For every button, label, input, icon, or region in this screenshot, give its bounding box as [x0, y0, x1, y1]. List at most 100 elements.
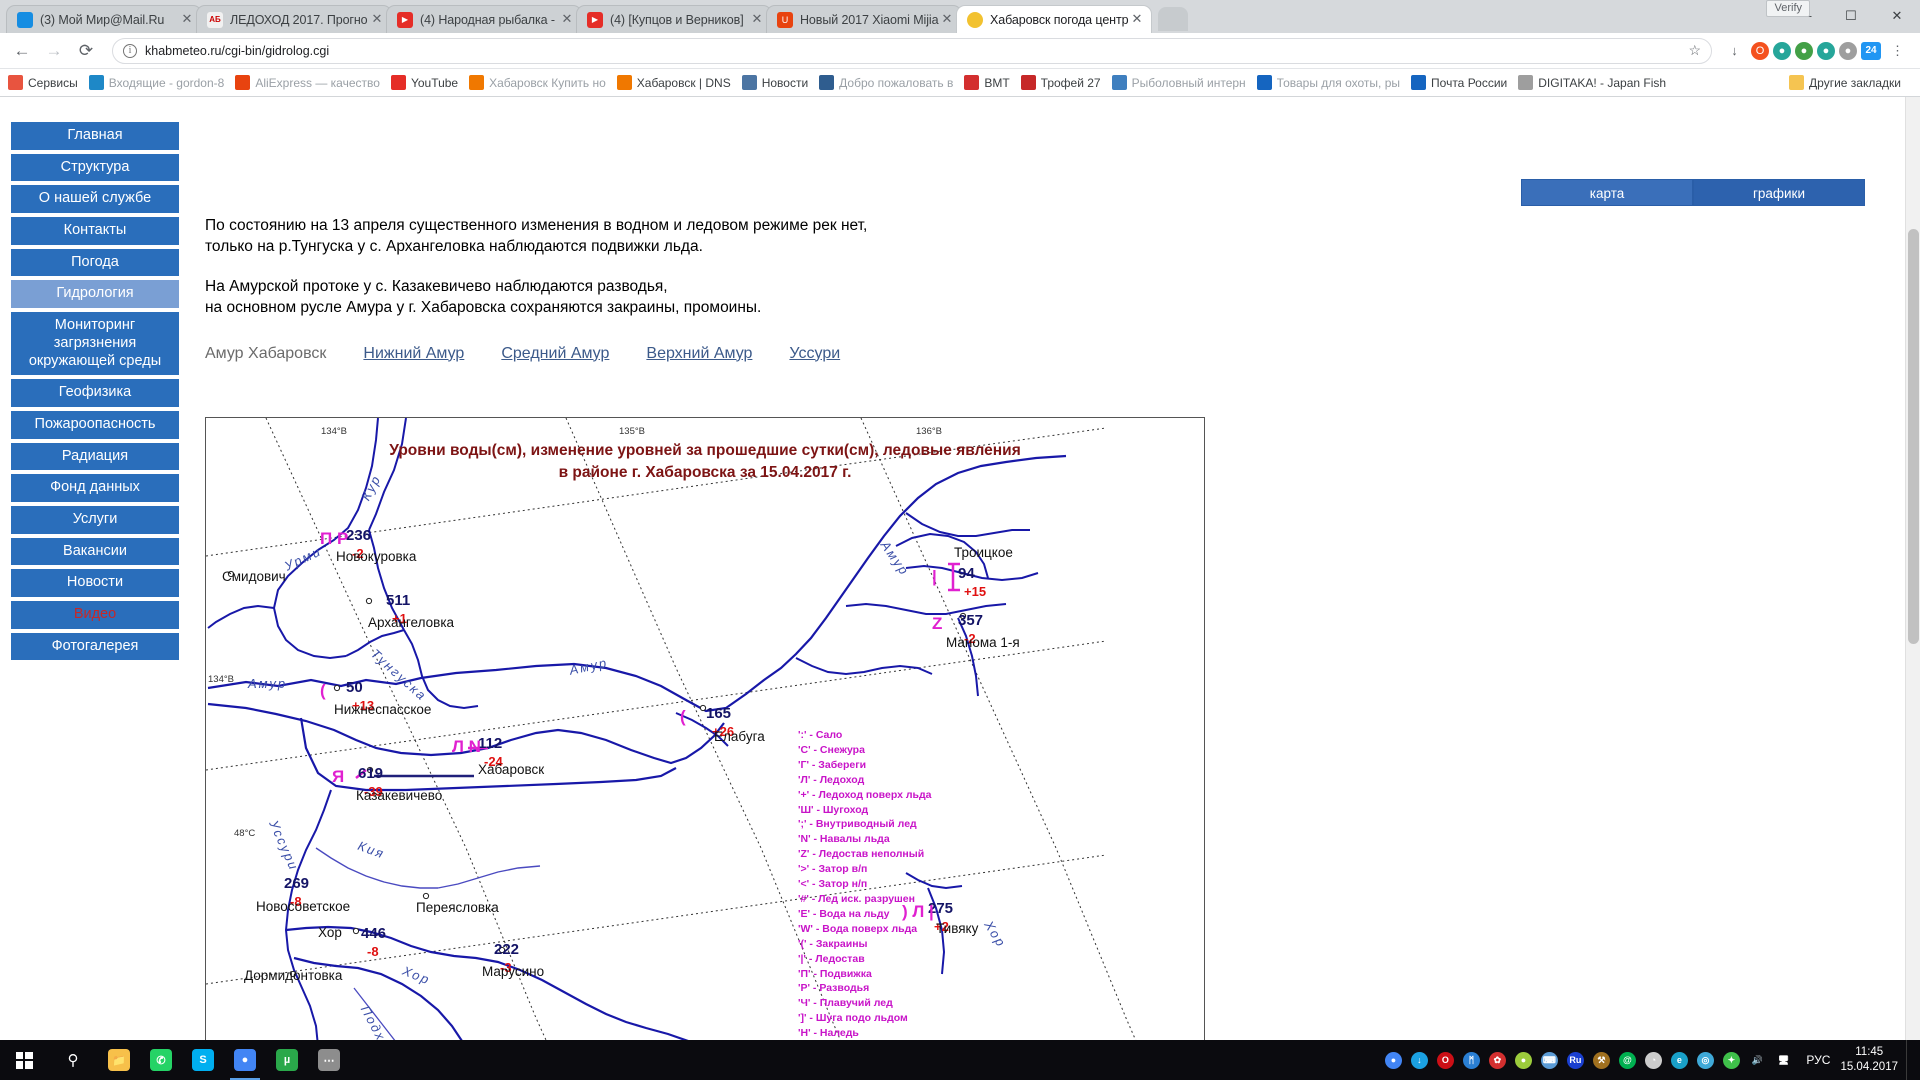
tray-icon-wrap[interactable]: @: [1614, 1040, 1640, 1080]
river-link-nizhniy-amur[interactable]: Нижний Амур: [363, 345, 464, 362]
browser-tab-active[interactable]: Хабаровск погода центр ✕: [956, 5, 1152, 33]
bookmark-item[interactable]: DIGITAKA! - Japan Fish: [1518, 75, 1666, 90]
bookmark-item[interactable]: AliExpress — качество: [235, 75, 380, 90]
windows-taskbar: ⚲ 📁 ✆ S ● µ ⋯ ● ↓ O ᛗ ✿ ● ⌨ Ru ⚒ @ ◔ e ◎ ✦ 🔊 🖥 РУС 11:45 15.…: [0, 1040, 1920, 1080]
sidebar-item-13[interactable]: Вакансии: [10, 536, 180, 567]
sidebar-item-3[interactable]: О нашей службе: [10, 184, 180, 215]
bookmark-star-icon[interactable]: ☆: [1688, 42, 1701, 59]
close-icon[interactable]: ✕: [179, 11, 195, 28]
bookmark-item[interactable]: Почта России: [1411, 75, 1507, 90]
sidebar-item-16[interactable]: Фотогалерея: [10, 631, 180, 662]
tab-map[interactable]: карта: [1521, 179, 1693, 206]
tray-icon-wrap[interactable]: ⌨: [1536, 1040, 1562, 1080]
close-icon[interactable]: ✕: [369, 11, 385, 28]
sidebar-item-10[interactable]: Радиация: [10, 441, 180, 472]
volume-icon: 🔊: [1751, 1054, 1764, 1065]
shield-extension-icon[interactable]: ●: [1773, 41, 1791, 60]
tray-icon-wrap[interactable]: ᛗ: [1458, 1040, 1484, 1080]
address-bar[interactable]: i khabmeteo.ru/cgi-bin/gidrolog.cgi ☆: [112, 37, 1712, 64]
legend-entry: 'N' - Навалы льда: [798, 833, 890, 846]
bookmark-item[interactable]: Товары для охоты, ры: [1256, 75, 1400, 90]
tray-icon-wrap[interactable]: ⚒: [1588, 1040, 1614, 1080]
menu-icon[interactable]: ⋮: [1885, 38, 1910, 63]
tab-charts[interactable]: графики: [1693, 179, 1865, 206]
page-scrollbar[interactable]: [1905, 97, 1920, 1040]
taskbar-app[interactable]: 📁: [98, 1040, 140, 1080]
show-desktop-button[interactable]: [1906, 1040, 1914, 1080]
bookmark-item[interactable]: Добро пожаловать в: [819, 75, 953, 90]
sidebar-item-4[interactable]: Контакты: [10, 216, 180, 246]
sidebar-item-14[interactable]: Новости: [10, 568, 180, 598]
close-window-button[interactable]: ✕: [1874, 0, 1920, 31]
close-icon[interactable]: ✕: [1129, 11, 1145, 28]
opera-extension-icon[interactable]: O: [1751, 41, 1769, 60]
tray-icon-wrap[interactable]: ↓: [1406, 1040, 1432, 1080]
sidebar-item-5[interactable]: Погода: [10, 247, 180, 278]
sidebar-item-7[interactable]: Мониторинг загрязнения окружающей среды: [10, 311, 180, 377]
search-icon[interactable]: ⚲: [48, 1040, 98, 1080]
taskbar-app[interactable]: ●: [224, 1040, 266, 1080]
river-link-verkhniy-amur[interactable]: Верхний Амур: [646, 345, 752, 362]
translate-extension-icon[interactable]: ●: [1817, 41, 1835, 60]
tray-icon-wrap[interactable]: ✦: [1718, 1040, 1744, 1080]
taskbar-app[interactable]: µ: [266, 1040, 308, 1080]
taskbar-app[interactable]: S: [182, 1040, 224, 1080]
forward-icon[interactable]: →: [40, 37, 68, 65]
tray-icon-wrap[interactable]: ◎: [1692, 1040, 1718, 1080]
bookmark-item[interactable]: Рыболовный интерн: [1111, 75, 1246, 90]
close-icon[interactable]: ✕: [749, 11, 765, 28]
tray-icon-wrap[interactable]: Ru: [1562, 1040, 1588, 1080]
site-info-icon[interactable]: i: [123, 43, 137, 58]
sidebar-item-1[interactable]: Главная: [10, 121, 180, 151]
tray-icon-wrap[interactable]: ●: [1510, 1040, 1536, 1080]
browser-tab[interactable]: ▶ (4) Народная рыбалка - ✕: [386, 5, 582, 33]
other-bookmarks-folder[interactable]: Другие закладки: [1789, 75, 1901, 90]
hydrology-map[interactable]: Уровни воды(см), изменение уровней за пр…: [205, 417, 1205, 1040]
bookmark-item[interactable]: BMT: [964, 75, 1010, 90]
adblock-extension-icon[interactable]: ●: [1795, 41, 1813, 60]
bookmark-item[interactable]: Входящие - gordon-8: [88, 75, 224, 90]
browser-tab[interactable]: (3) Мой Мир@Mail.Ru ✕: [6, 5, 202, 33]
sidebar-item-12[interactable]: Услуги: [10, 504, 180, 535]
bookmark-item[interactable]: Трофей 27: [1020, 75, 1101, 90]
tray-icon-wrap[interactable]: 🖥: [1770, 1040, 1796, 1080]
bookmark-item[interactable]: YouTube: [390, 75, 458, 90]
tray-icon-wrap[interactable]: O: [1432, 1040, 1458, 1080]
taskbar-app[interactable]: ⋯: [308, 1040, 350, 1080]
bookmark-item[interactable]: Хабаровск Купить но: [469, 75, 606, 90]
close-icon[interactable]: ✕: [939, 11, 955, 28]
user-avatar-icon[interactable]: ●: [1839, 41, 1857, 60]
sidebar-item-9[interactable]: Пожароопасность: [10, 409, 180, 440]
sidebar-item-2[interactable]: Структура: [10, 152, 180, 183]
reload-icon[interactable]: ⟳: [72, 37, 100, 65]
taskbar-app[interactable]: ✆: [140, 1040, 182, 1080]
close-icon[interactable]: ✕: [559, 11, 575, 28]
sidebar-item-8[interactable]: Геофизика: [10, 378, 180, 408]
scrollbar-thumb[interactable]: [1908, 229, 1919, 644]
browser-tab[interactable]: ▶ (4) [Купцов и Верников] ✕: [576, 5, 772, 33]
browser-tab[interactable]: АБ ЛЕДОХОД 2017. Прогно ✕: [196, 5, 392, 33]
tray-icon-wrap[interactable]: ◔: [1640, 1040, 1666, 1080]
badge-counter[interactable]: 24: [1861, 41, 1881, 60]
maximize-button[interactable]: ☐: [1828, 0, 1874, 31]
clock[interactable]: 11:45 15.04.2017: [1840, 1045, 1906, 1075]
sidebar-item-6[interactable]: Гидрология: [10, 279, 180, 310]
bookmark-item[interactable]: Сервисы: [8, 75, 78, 90]
start-button[interactable]: [0, 1040, 48, 1080]
tray-icon-wrap[interactable]: 🔊: [1744, 1040, 1770, 1080]
tray-icon-wrap[interactable]: e: [1666, 1040, 1692, 1080]
chrome-tray-icon: ●: [1384, 1051, 1402, 1069]
bookmark-item[interactable]: Новости: [741, 75, 808, 90]
sidebar-item-11[interactable]: Фонд данных: [10, 473, 180, 503]
language-indicator[interactable]: РУС: [1796, 1053, 1840, 1067]
new-tab-button[interactable]: [1158, 7, 1188, 31]
river-link-ussuri[interactable]: Уссури: [789, 345, 840, 362]
back-icon[interactable]: ←: [8, 37, 36, 65]
tray-icon-wrap[interactable]: ✿: [1484, 1040, 1510, 1080]
browser-tab[interactable]: U Новый 2017 Xiaomi Mijia ✕: [766, 5, 962, 33]
download-icon[interactable]: ↓: [1722, 38, 1747, 63]
tray-icon-wrap[interactable]: ●: [1380, 1040, 1406, 1080]
river-link-sredniy-amur[interactable]: Средний Амур: [501, 345, 609, 362]
bookmark-item[interactable]: Хабаровск | DNS: [616, 75, 731, 90]
sidebar-item-15[interactable]: Видео: [10, 600, 180, 630]
